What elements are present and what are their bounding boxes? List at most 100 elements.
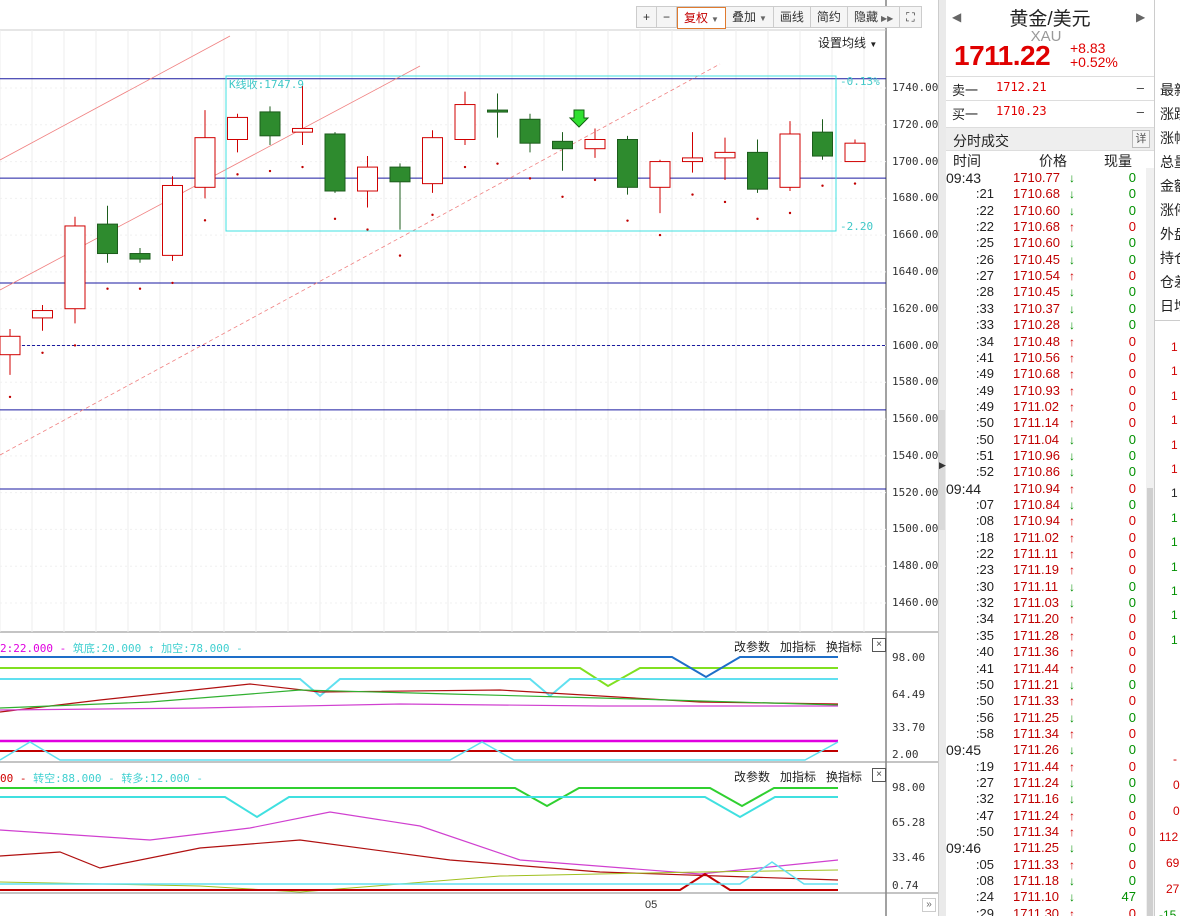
detail-button[interactable]: 详 xyxy=(1132,130,1150,148)
ma-setting-menu[interactable]: 设置均线 ▼ xyxy=(818,34,877,51)
tick-time: :23 xyxy=(975,562,994,578)
divider xyxy=(1155,320,1180,321)
signal-dot xyxy=(626,219,629,222)
add-indicator-button[interactable]: 加指标 xyxy=(780,768,816,785)
close-icon[interactable]: × xyxy=(872,768,887,782)
tick-volume: 0 xyxy=(1128,709,1136,725)
signal-dot xyxy=(463,165,467,169)
arrow-up-icon: ↑ xyxy=(1069,416,1075,431)
tick-price: 1711.04 xyxy=(1013,431,1060,447)
arrow-up-icon: ↑ xyxy=(1069,350,1075,365)
tick-time: :50 xyxy=(975,415,994,431)
tick-price: 1711.25 xyxy=(1013,840,1060,856)
chevron-down-icon: ▼ xyxy=(711,15,719,24)
draw-line-button[interactable]: 画线 xyxy=(774,7,811,27)
stat-value: 1 xyxy=(1171,413,1178,428)
tick-row: :49 1710.68 ↑ 0 xyxy=(946,366,1146,382)
stat-label: 金额 xyxy=(1160,178,1180,194)
add-indicator-button[interactable]: 加指标 xyxy=(780,638,816,655)
indicator2-ytick: 98.00 xyxy=(892,781,926,794)
signal-dot xyxy=(593,178,597,182)
bid-volume: – xyxy=(1136,104,1144,119)
switch-indicator-button[interactable]: 换指标 xyxy=(826,638,862,655)
fullscreen-button[interactable]: ⛶ xyxy=(900,7,920,27)
tick-row: :08 1711.18 ↓ 0 xyxy=(946,873,1146,889)
tick-row: :23 1711.19 ↑ 0 xyxy=(946,562,1146,578)
tick-time: :49 xyxy=(975,398,994,414)
zoom-in-button[interactable]: + xyxy=(637,7,658,27)
tick-time: :33 xyxy=(975,317,994,333)
tick-volume: 0 xyxy=(1128,317,1136,333)
tick-price: 1711.20 xyxy=(1013,611,1060,627)
tick-price: 1710.68 xyxy=(1013,366,1060,382)
tick-volume: 0 xyxy=(1128,725,1136,741)
ask-label: 卖一 xyxy=(952,83,979,98)
tick-price: 1711.34 xyxy=(1013,824,1060,839)
tick-price: 1711.30 xyxy=(1013,905,1060,916)
zoom-out-button[interactable]: − xyxy=(657,7,678,27)
hide-button[interactable]: 隐藏 ▶▶ xyxy=(848,7,901,27)
switch-indicator-button[interactable]: 换指标 xyxy=(826,768,862,785)
double-chevron-right-icon[interactable]: » xyxy=(922,898,936,912)
next-symbol-icon[interactable]: ▶ xyxy=(1136,10,1145,24)
ask-price: 1712.21 xyxy=(996,80,1047,94)
arrow-down-icon: ↓ xyxy=(1069,498,1075,512)
stat-value: 1 xyxy=(1171,584,1178,598)
tick-time: :26 xyxy=(975,251,994,267)
tick-list[interactable]: 09:43 1710.77 ↓ 0:21 1710.68 ↓ 0:22 1710.60 ↓ 0:2… xyxy=(946,170,1146,916)
tick-row: :25 1710.60 ↓ 0 xyxy=(946,235,1146,251)
tick-time: :30 xyxy=(975,578,994,594)
tick-time: :34 xyxy=(975,333,994,349)
signal-dot xyxy=(41,351,44,354)
arrow-down-icon: ↓ xyxy=(1069,203,1075,218)
candlestick xyxy=(389,166,411,183)
price-tick-label: 1740.00 xyxy=(892,81,938,94)
tick-time: :34 xyxy=(975,611,994,627)
tick-column-header: 时间 价格 现量 xyxy=(946,151,1154,169)
change-value: +8.83 xyxy=(1070,40,1106,56)
restore-right-button[interactable]: 复权 ▼ xyxy=(677,7,726,29)
indicator2-line xyxy=(0,796,838,819)
tick-volume: 0 xyxy=(1128,611,1136,627)
kline-chart-area[interactable]: -0.13% -2.20 K线收:1747.9 + − 复权 ▼ 叠加 ▼ 画线 简约 … xyxy=(0,0,938,916)
tick-volume: 0 xyxy=(1128,807,1136,823)
arrow-down-icon: ↓ xyxy=(1069,841,1075,856)
symbol-title: 黄金/美元 xyxy=(1009,9,1091,30)
tick-volume: 0 xyxy=(1128,202,1136,218)
tick-volume: 0 xyxy=(1128,464,1136,480)
tick-volume: 0 xyxy=(1128,219,1136,235)
tick-volume: 0 xyxy=(1128,627,1136,643)
indicator2-actions: 改参数 加指标 换指标 × xyxy=(734,768,887,785)
stat-label: 日增 xyxy=(1160,298,1180,314)
arrow-up-icon: ↑ xyxy=(1069,726,1075,741)
tick-row: :18 1711.02 ↑ 0 xyxy=(946,530,1146,546)
change-params-button[interactable]: 改参数 xyxy=(734,638,770,655)
tick-row: :19 1711.44 ↑ 0 xyxy=(946,759,1146,775)
stat-value: 1 xyxy=(1171,462,1178,476)
tick-time: :58 xyxy=(975,725,994,741)
stat-value: 1 xyxy=(1171,632,1178,647)
tick-time: :52 xyxy=(975,464,994,480)
simple-mode-button[interactable]: 简约 xyxy=(811,7,848,27)
tick-row: :41 1711.44 ↑ 0 xyxy=(946,661,1146,677)
tick-row: :29 1711.30 ↑ 0 xyxy=(946,906,1146,916)
tick-row: :49 1711.02 ↑ 0 xyxy=(946,399,1146,415)
change-params-button[interactable]: 改参数 xyxy=(734,768,770,785)
double-chevron-right-icon: ▶▶ xyxy=(880,14,894,23)
candlestick xyxy=(812,131,833,157)
quote-panel: ◀ 黄金/美元 ▶ XAU 1711.22 +8.83 +0.52% 卖一 17… xyxy=(946,0,1155,916)
signal-dot xyxy=(528,177,532,180)
signal-dot xyxy=(431,213,434,217)
tick-time: :41 xyxy=(975,349,994,365)
candlestick xyxy=(0,335,21,356)
arrow-right-icon[interactable]: ▶ xyxy=(939,460,946,471)
tick-price: 1710.68 xyxy=(1013,186,1060,202)
tick-scrollbar-thumb[interactable] xyxy=(1147,488,1153,916)
overlay-button[interactable]: 叠加 ▼ xyxy=(726,7,774,27)
tick-price: 1710.37 xyxy=(1013,300,1060,316)
arrow-up-icon: ↑ xyxy=(1069,661,1075,676)
tick-time: :40 xyxy=(975,644,994,660)
close-icon[interactable]: × xyxy=(872,638,887,652)
candlestick xyxy=(162,184,183,256)
arrow-up-icon: ↑ xyxy=(1069,530,1075,545)
